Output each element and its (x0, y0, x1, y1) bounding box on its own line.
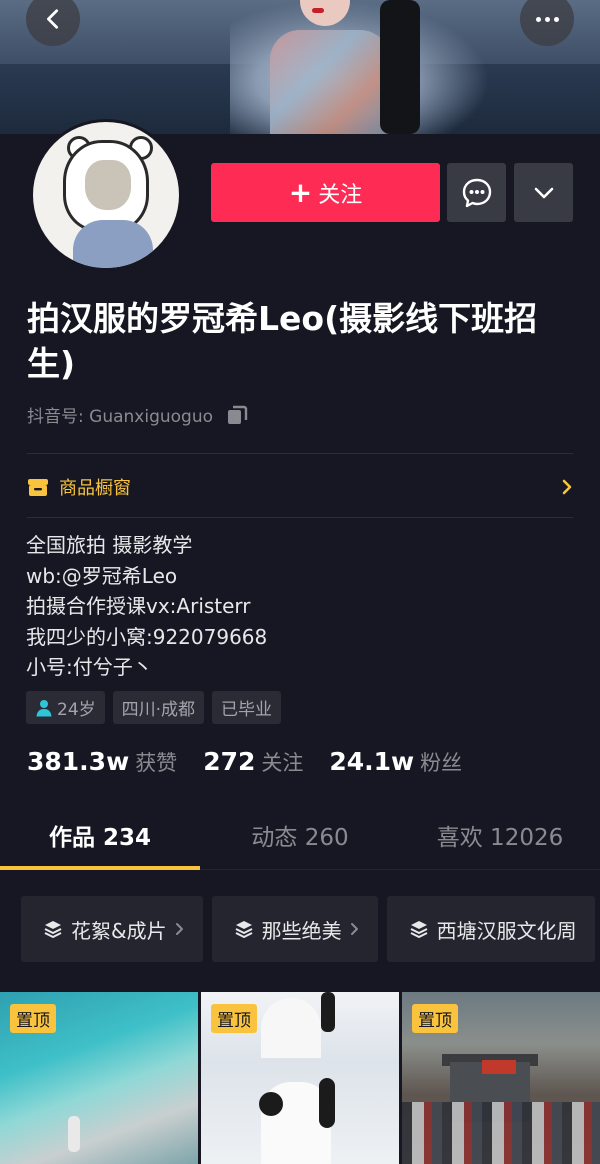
content-tabs: 作品 234 动态 260 喜欢 12026 (0, 800, 600, 870)
collection-item[interactable]: 那些绝美 (211, 896, 378, 962)
message-button[interactable] (447, 163, 506, 222)
douyin-id-value: Guanxiguoguo (89, 407, 213, 427)
plus-icon: + (288, 175, 313, 209)
layers-icon (410, 921, 428, 938)
collection-label: 花絮&成片 (71, 918, 167, 943)
collection-item[interactable]: 花絮&成片 (21, 896, 203, 962)
shop-icon (28, 479, 48, 496)
pinned-badge: 置顶 (10, 1004, 56, 1033)
tab-dynamic[interactable]: 动态 260 (200, 800, 400, 869)
tab-likes[interactable]: 喜欢 12026 (400, 800, 600, 869)
profile-name: 拍汉服的罗冠希Leo(摄影线下班招生) (27, 299, 538, 383)
chevron-right-icon (562, 479, 572, 495)
video-thumbnail[interactable]: 置顶 (0, 992, 198, 1164)
video-grid: 置顶 置顶 置顶 (0, 992, 600, 1164)
chat-bubble-icon (462, 178, 491, 207)
followers-count[interactable]: 24.1w (329, 747, 414, 776)
person-icon (36, 699, 52, 716)
bio-line: 我四少的小窝:922079668 (26, 624, 268, 649)
copy-icon[interactable] (225, 403, 249, 427)
shop-window-row[interactable]: 商品橱窗 (27, 472, 573, 502)
layers-icon (44, 921, 62, 938)
video-thumbnail[interactable]: 置顶 (402, 992, 600, 1164)
follow-label: 关注 (318, 182, 363, 208)
location-tag: 四川·成都 (112, 691, 205, 724)
age-label: 24岁 (57, 700, 96, 720)
divider (27, 517, 573, 518)
likes-count: 381.3w (27, 747, 130, 776)
collections-row: 花絮&成片 那些绝美 西塘汉服文化周 (21, 896, 600, 962)
video-thumbnail[interactable]: 置顶 (201, 992, 399, 1164)
layers-icon (235, 921, 253, 938)
chevron-right-icon (350, 923, 358, 935)
pinned-badge: 置顶 (211, 1004, 257, 1033)
pinned-badge: 置顶 (412, 1004, 458, 1033)
more-options-button[interactable] (514, 163, 573, 222)
collection-label: 那些绝美 (261, 918, 342, 943)
bio-line: 全国旅拍 摄影教学 (26, 533, 193, 557)
douyin-id-row: 抖音号: Guanxiguoguo (27, 402, 249, 427)
follow-button[interactable]: + 关注 (211, 163, 440, 222)
following-label[interactable]: 关注 (261, 747, 303, 777)
collection-item[interactable]: 西塘汉服文化周 (386, 896, 595, 962)
divider (27, 453, 573, 454)
avatar[interactable] (30, 119, 182, 271)
bio-line: wb:@罗冠希Leo (26, 563, 178, 588)
douyin-id-label: 抖音号: (27, 407, 84, 427)
age-tag: 24岁 (26, 691, 105, 724)
chevron-left-icon (47, 9, 59, 29)
education-tag: 已毕业 (212, 691, 282, 724)
bio-line: 小号:付兮子丶 (26, 655, 153, 679)
profile-stats: 381.3w 获赞 272 关注 24.1w 粉丝 (27, 747, 488, 777)
profile-tags: 24岁 四川·成都 已毕业 (26, 691, 282, 724)
bio-line: 拍摄合作授课vx:Aristerr (26, 594, 251, 618)
likes-label: 获赞 (135, 751, 178, 775)
bio: 全国旅拍 摄影教学 wb:@罗冠希Leo 拍摄合作授课vx:Aristerr 我… (26, 530, 267, 683)
followers-label[interactable]: 粉丝 (420, 747, 462, 777)
collection-label: 西塘汉服文化周 (436, 918, 577, 943)
more-dots-icon (535, 16, 559, 22)
shop-window-label: 商品橱窗 (59, 478, 131, 499)
chevron-down-icon (534, 187, 553, 198)
chevron-right-icon (175, 923, 183, 935)
tab-works[interactable]: 作品 234 (0, 800, 200, 870)
following-count[interactable]: 272 (203, 747, 255, 776)
cover-image (0, 0, 600, 134)
